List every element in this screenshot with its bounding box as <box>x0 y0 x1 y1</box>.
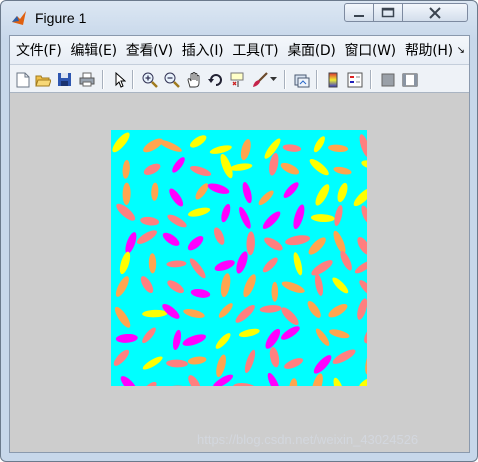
zoom-out-icon[interactable] <box>163 71 180 88</box>
matlab-icon <box>12 11 26 25</box>
image-axes <box>111 130 367 386</box>
new-figure-icon[interactable] <box>14 71 31 88</box>
menu-bar: 文件(F) 编辑(E) 查看(V) 插入(I) 工具(T) 桌面(D) 窗口(W… <box>10 36 469 64</box>
select-arrow-icon[interactable] <box>111 71 128 88</box>
close-icon <box>429 6 441 19</box>
link-plot-icon[interactable] <box>293 71 310 88</box>
figure-image <box>111 130 367 386</box>
menu-edit[interactable]: 编辑(E) <box>64 40 119 60</box>
toolbar-separator <box>370 70 372 89</box>
figure-client-area: 文件(F) 编辑(E) 查看(V) 插入(I) 工具(T) 桌面(D) 窗口(W… <box>9 35 470 453</box>
show-plot-tools-icon[interactable] <box>401 71 418 88</box>
hide-plot-tools-icon[interactable] <box>379 71 396 88</box>
rice-grain <box>271 281 279 302</box>
maximize-button[interactable] <box>373 3 403 22</box>
menu-view[interactable]: 查看(V) <box>120 40 176 60</box>
toolbar-separator <box>102 70 104 89</box>
title-bar[interactable]: Figure 1 <box>1 1 477 35</box>
menu-tools[interactable]: 工具(T) <box>226 40 281 60</box>
menu-desktop[interactable]: 桌面(D) <box>281 40 338 60</box>
menu-window[interactable]: 窗口(W) <box>339 40 399 60</box>
menu-help[interactable]: 帮助(H) <box>399 40 456 60</box>
maximize-icon <box>381 7 395 18</box>
legend-icon[interactable] <box>346 71 363 88</box>
rotate-3d-icon[interactable] <box>207 71 224 88</box>
minimize-icon <box>354 14 364 17</box>
close-button[interactable] <box>402 3 468 22</box>
figure-window: Figure 1 文件(F) 编辑(E) 查看(V) 插入(I) 工具(T) 桌… <box>0 0 478 462</box>
menu-insert[interactable]: 插入(I) <box>176 40 227 60</box>
save-icon[interactable] <box>56 71 73 88</box>
brush-dropdown-icon[interactable] <box>269 71 278 88</box>
open-file-icon[interactable] <box>34 71 51 88</box>
toolbar-separator <box>316 70 318 89</box>
minimize-button[interactable] <box>344 3 374 22</box>
brush-icon[interactable] <box>251 71 268 88</box>
colorbar-icon[interactable] <box>324 71 341 88</box>
window-title: Figure 1 <box>35 10 87 26</box>
watermark-text: https://blog.csdn.net/weixin_43024526 <box>197 432 419 447</box>
menu-overflow-icon[interactable]: ↘ <box>457 45 465 56</box>
menu-file[interactable]: 文件(F) <box>10 40 64 60</box>
data-cursor-icon[interactable] <box>229 71 246 88</box>
figure-toolbar <box>10 64 469 93</box>
toolbar-separator <box>284 70 286 89</box>
zoom-in-icon[interactable] <box>141 71 158 88</box>
pan-hand-icon[interactable] <box>185 71 202 88</box>
toolbar-separator <box>132 70 134 89</box>
print-icon[interactable] <box>78 71 95 88</box>
